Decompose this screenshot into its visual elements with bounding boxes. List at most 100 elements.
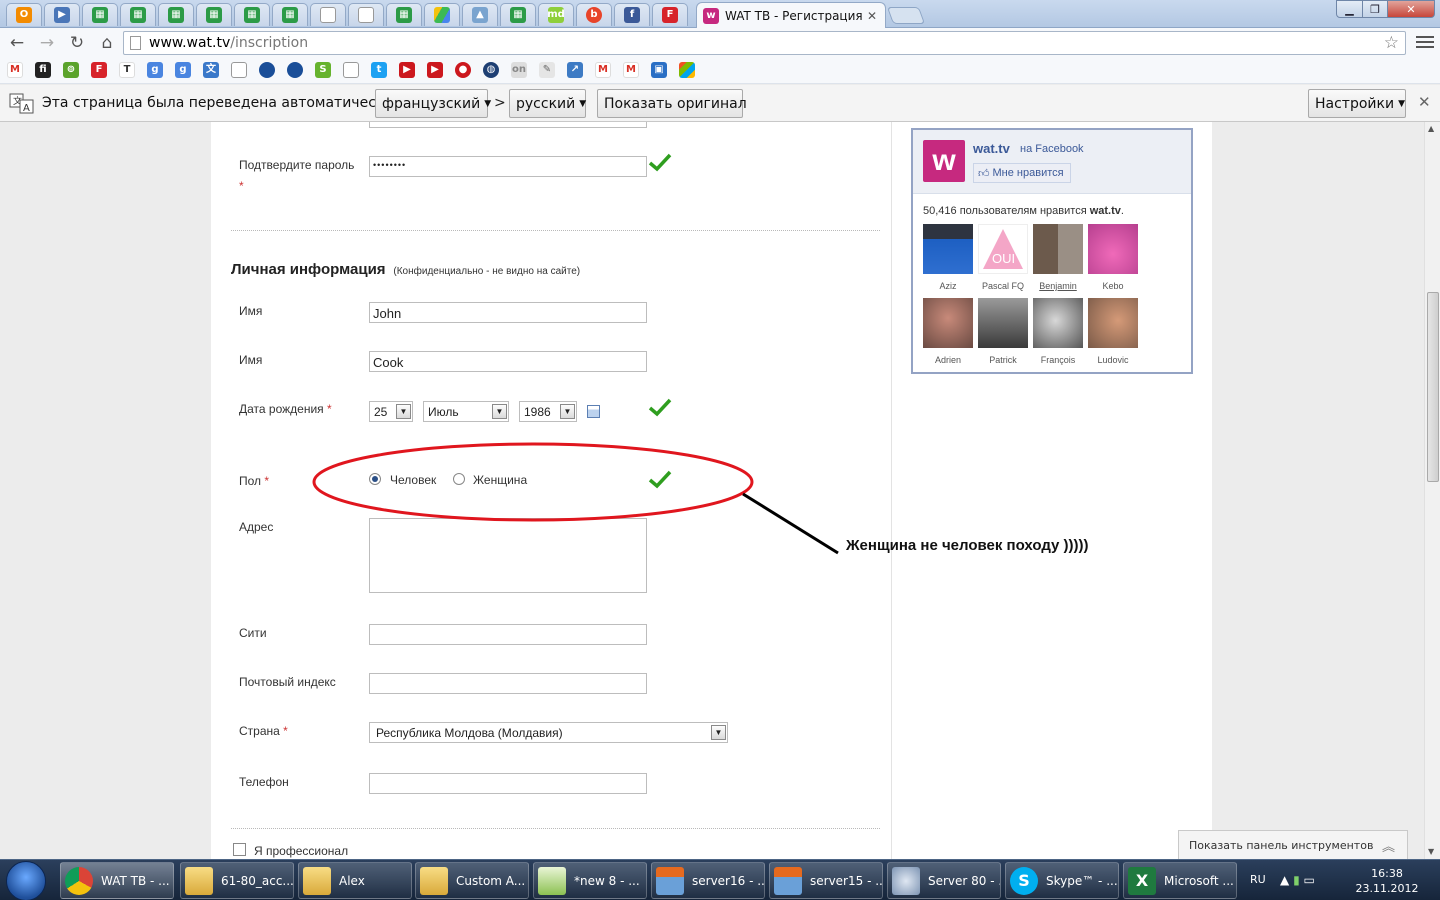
translate-settings-button[interactable]: Настройки ▼ xyxy=(1308,89,1406,118)
facebook-friend[interactable]: OUI Pascal FQ xyxy=(978,224,1028,291)
pinned-tab-page-1[interactable] xyxy=(310,3,346,26)
postal-code-field[interactable] xyxy=(369,673,647,694)
pinned-tab-b[interactable]: b xyxy=(576,3,612,26)
gmail-icon[interactable]: M xyxy=(7,62,23,78)
facebook-page-name[interactable]: wat.tv xyxy=(973,141,1010,156)
wat-logo[interactable]: w xyxy=(923,140,965,182)
facebook-friend[interactable]: Adrien xyxy=(923,298,973,365)
dob-year-select[interactable]: 1986 ▼ xyxy=(519,401,577,422)
professional-checkbox[interactable] xyxy=(233,843,246,856)
google-icon[interactable]: g xyxy=(175,62,191,78)
taskbar-item-folder-1[interactable]: 61-80_acc... xyxy=(180,862,294,899)
address-bar[interactable]: www.wat.tv/inscription ☆ xyxy=(123,31,1406,55)
tiles-icon[interactable]: ▣ xyxy=(651,62,667,78)
taskbar-item-server[interactable]: Server 80 - ... xyxy=(887,862,1001,899)
pinned-tab-facebook[interactable]: f xyxy=(614,3,650,26)
facebook-on-label[interactable]: на Facebook xyxy=(1020,143,1084,155)
pinned-tab-odnoklassniki[interactable]: О xyxy=(6,3,42,26)
monitor-icon[interactable]: ▭ xyxy=(1304,873,1315,887)
first-name-field[interactable]: John xyxy=(369,302,647,323)
confirm-password-field[interactable]: •••••••• xyxy=(369,156,647,177)
tray-expand-icon[interactable]: ▲ xyxy=(1280,873,1289,887)
taskbar-clock[interactable]: 16:38 23.11.2012 xyxy=(1350,866,1424,896)
password-field[interactable] xyxy=(369,122,647,128)
calendar-icon[interactable] xyxy=(587,405,600,418)
gmail-icon[interactable]: M xyxy=(595,62,611,78)
input-language[interactable]: RU xyxy=(1250,873,1266,886)
phone-field[interactable] xyxy=(369,773,647,794)
tab-close-icon[interactable]: ✕ xyxy=(865,9,879,23)
page-scrollbar[interactable]: ▲ ▼ xyxy=(1424,122,1440,859)
green-icon[interactable]: ⊚ xyxy=(63,62,79,78)
close-window-button[interactable]: ✕ xyxy=(1387,0,1435,18)
pinned-tab-sheet-2[interactable]: ▦ xyxy=(120,3,156,26)
pinned-tab-sheet-6[interactable]: ▦ xyxy=(272,3,308,26)
target-language-dropdown[interactable]: русский ▼ xyxy=(509,89,586,118)
blue-circle-icon[interactable] xyxy=(259,62,275,78)
scroll-thumb[interactable] xyxy=(1427,292,1439,482)
page-icon[interactable] xyxy=(343,62,359,78)
taskbar-item-folder-3[interactable]: Custom A... xyxy=(415,862,529,899)
facebook-friend[interactable]: Ludovic xyxy=(1088,298,1138,365)
pinned-tab-md[interactable]: md xyxy=(538,3,574,26)
gender-radio-woman[interactable] xyxy=(453,473,465,485)
youtube-icon[interactable]: ▶ xyxy=(399,62,415,78)
on-icon[interactable]: on xyxy=(511,62,527,78)
taskbar-item-skype[interactable]: S Skype™ - ... xyxy=(1005,862,1119,899)
taskbar-item-rdp-1[interactable]: server16 - ... xyxy=(651,862,765,899)
minimize-button[interactable]: ▁ xyxy=(1336,0,1363,18)
pinned-tab-page-2[interactable] xyxy=(348,3,384,26)
gender-radio-man[interactable] xyxy=(369,473,381,485)
facebook-friend[interactable]: Benjamin xyxy=(1033,224,1083,291)
facebook-friend[interactable]: François xyxy=(1033,298,1083,365)
taskbar-item-excel[interactable]: X Microsoft ... xyxy=(1123,862,1237,899)
taskbar-item-chrome[interactable]: WAT TB - ... xyxy=(60,862,174,899)
blue-circle-icon[interactable] xyxy=(287,62,303,78)
active-tab[interactable]: w WAT ТВ - Регистрация бе ✕ xyxy=(696,2,886,28)
flipboard-icon[interactable]: F xyxy=(91,62,107,78)
youtube-icon[interactable]: ▶ xyxy=(427,62,443,78)
pinned-tab-sheet-1[interactable]: ▦ xyxy=(82,3,118,26)
show-original-button[interactable]: Показать оригинал xyxy=(597,89,747,118)
start-button[interactable] xyxy=(6,861,46,900)
s-icon[interactable]: S xyxy=(315,62,331,78)
pinned-tab-sheet-5[interactable]: ▦ xyxy=(234,3,270,26)
pinned-tab-sheet-4[interactable]: ▦ xyxy=(196,3,232,26)
twitter-icon[interactable]: t xyxy=(371,62,387,78)
facebook-friend[interactable]: Kebo xyxy=(1088,224,1138,291)
fi-icon[interactable]: fi xyxy=(35,62,51,78)
city-field[interactable] xyxy=(369,624,647,645)
pinned-tab-image[interactable]: ▲ xyxy=(462,3,498,26)
facebook-like-button[interactable]: 👍︎ Мне нравится xyxy=(973,163,1071,183)
system-tray[interactable]: ▲ ▮ ▭ xyxy=(1280,873,1315,887)
network-icon[interactable]: ▮ xyxy=(1293,873,1300,887)
pinned-tab-sheet-3[interactable]: ▦ xyxy=(158,3,194,26)
pinned-tab-flipboard[interactable]: F xyxy=(652,3,688,26)
taskbar-item-rdp-2[interactable]: server15 - ... xyxy=(769,862,883,899)
facebook-friend[interactable]: Aziz xyxy=(923,224,973,291)
scroll-up-icon[interactable]: ▲ xyxy=(1428,124,1434,133)
country-select[interactable]: Республика Молдова (Молдавия) ▼ xyxy=(369,722,728,743)
source-language-dropdown[interactable]: французский ▼ xyxy=(375,89,491,118)
forward-button[interactable]: → xyxy=(32,30,62,56)
windows-icon[interactable] xyxy=(679,62,695,78)
dob-month-select[interactable]: Июль ▼ xyxy=(423,401,509,422)
new-tab-button[interactable] xyxy=(886,7,926,24)
home-button[interactable]: ⌂ xyxy=(92,30,122,56)
last-name-field[interactable]: Cook xyxy=(369,351,647,372)
taskbar-item-notepad[interactable]: *new 8 - ... xyxy=(533,862,647,899)
address-textarea[interactable] xyxy=(369,518,647,593)
feather-icon[interactable]: ✎ xyxy=(539,62,555,78)
chrome-menu-button[interactable] xyxy=(1416,33,1434,51)
facebook-friend[interactable]: Patrick xyxy=(978,298,1028,365)
back-button[interactable]: ← xyxy=(2,30,32,56)
dob-day-select[interactable]: 25 ▼ xyxy=(369,401,413,422)
bookmark-star-icon[interactable]: ☆ xyxy=(1384,33,1399,53)
chart-icon[interactable]: ↗ xyxy=(567,62,583,78)
google-icon[interactable]: g xyxy=(147,62,163,78)
pinned-tab-drive[interactable] xyxy=(424,3,460,26)
infobar-close-icon[interactable]: ✕ xyxy=(1418,93,1431,111)
gmail-icon[interactable]: M xyxy=(623,62,639,78)
pinned-tab-sheet-7[interactable]: ▦ xyxy=(386,3,422,26)
show-toolbar-tab[interactable]: Показать панель инструментов ︽ xyxy=(1178,830,1408,859)
